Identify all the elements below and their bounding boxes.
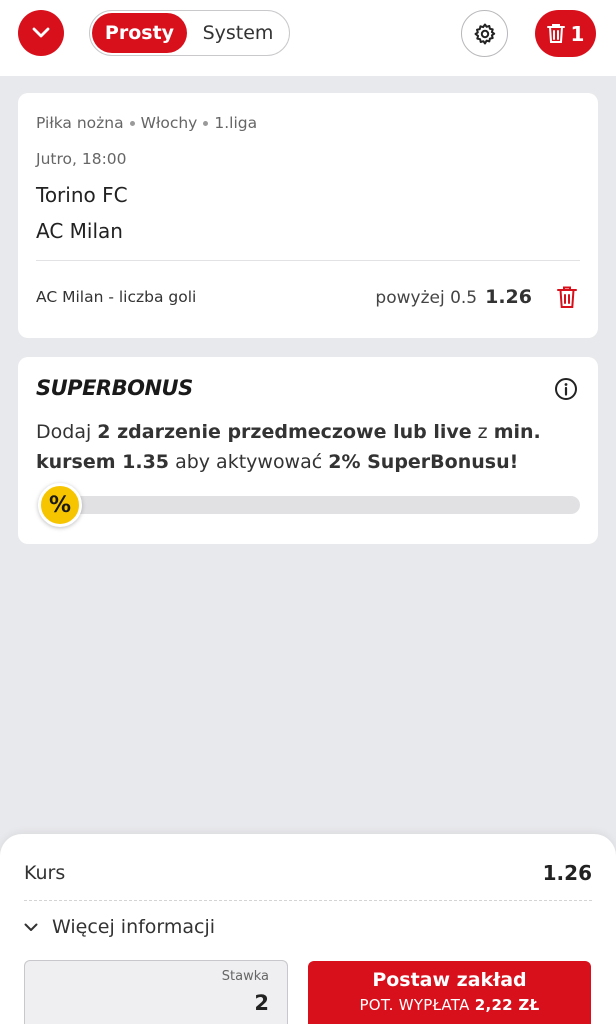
place-bet-button[interactable]: Postaw zakład POT. WYPŁATA 2,22 ZŁ: [308, 961, 591, 1024]
stake-label: Stawka: [221, 969, 269, 984]
total-odds-label: Kurs: [24, 862, 66, 884]
stake-input[interactable]: Stawka 2: [24, 960, 288, 1024]
selection-pick: powyżej 0.5 1.26: [375, 286, 532, 308]
separator-dot: [129, 120, 135, 126]
chevron-down-icon: [24, 923, 38, 931]
info-icon[interactable]: [554, 377, 578, 401]
superbonus-description: Dodaj 2 zdarzenie przedmeczowe lub live …: [36, 417, 556, 477]
event-time: Jutro, 18:00: [36, 150, 127, 168]
potential-payout: POT. WYPŁATA 2,22 ZŁ: [308, 996, 591, 1014]
breadcrumb-league: 1.liga: [214, 114, 258, 132]
superbonus-progress: [58, 496, 580, 514]
market-name: AC Milan - liczba goli: [36, 288, 197, 306]
superbonus-card: SUPERBONUS Dodaj 2 zdarzenie przedmeczow…: [18, 357, 598, 544]
divider: [24, 900, 592, 901]
trash-icon: [546, 24, 565, 43]
trash-icon: [557, 286, 577, 308]
selection-card: Piłka nożna Włochy 1.liga Jutro, 18:00 T…: [18, 93, 598, 338]
clear-betslip-button[interactable]: 1: [535, 10, 596, 57]
superbonus-logo: SUPERBONUS: [36, 376, 193, 400]
remove-selection-button[interactable]: [556, 285, 578, 309]
place-bet-label: Postaw zakład: [372, 969, 527, 991]
payout-label: POT. WYPŁATA: [359, 996, 475, 1014]
bet-count: 1: [570, 21, 585, 46]
total-odds-value: 1.26: [542, 861, 592, 885]
more-info-toggle[interactable]: Więcej informacji: [24, 916, 215, 938]
collapse-betslip-button[interactable]: [18, 10, 64, 56]
pick-label: powyżej 0.5: [375, 288, 478, 308]
bonus-text-part: aby aktywować: [169, 451, 329, 473]
team-away: AC Milan: [36, 219, 123, 243]
settings-button[interactable]: [461, 10, 508, 57]
stake-value: 2: [254, 991, 269, 1015]
gear-icon: [474, 23, 495, 44]
percent-badge-icon: %: [38, 483, 82, 527]
divider: [36, 260, 580, 261]
betslip-footer: Kurs 1.26 Więcej informacji Stawka 2 Pos…: [0, 834, 616, 1024]
team-home: Torino FC: [36, 183, 128, 207]
betslip-header: Prosty System 1: [0, 0, 616, 76]
separator-dot: [203, 120, 209, 126]
bonus-text-part: z: [471, 421, 494, 443]
tab-system[interactable]: System: [190, 13, 286, 53]
tab-prosty[interactable]: Prosty: [92, 13, 187, 53]
bonus-text-part: Dodaj: [36, 421, 98, 443]
breadcrumb: Piłka nożna Włochy 1.liga: [36, 114, 257, 132]
chevron-down-icon: [32, 27, 50, 38]
more-info-label: Więcej informacji: [52, 916, 216, 938]
breadcrumb-country: Włochy: [140, 114, 198, 132]
bonus-text-bold: 2 zdarzenie przedmeczowe lub live: [97, 421, 472, 443]
payout-value: 2,22 ZŁ: [474, 996, 540, 1014]
breadcrumb-sport: Piłka nożna: [36, 114, 124, 132]
bonus-text-bold: 2% SuperBonusu!: [328, 451, 519, 473]
selection-odds: 1.26: [485, 286, 532, 308]
bet-mode-toggle: Prosty System: [89, 10, 290, 56]
